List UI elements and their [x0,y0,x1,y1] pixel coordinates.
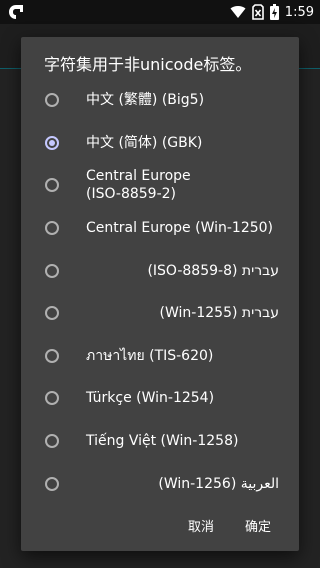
ok-button[interactable]: 确定 [245,516,271,535]
charset-option[interactable]: العربية (Win-1256) [21,462,299,505]
status-bar: 1:59 [0,0,320,24]
radio-unchecked-icon[interactable] [45,306,59,321]
no-sim-icon [251,4,264,20]
radio-unchecked-icon[interactable] [45,263,59,278]
radio-checked-icon[interactable] [45,135,59,150]
charset-option[interactable]: 中文 (繁體) (Big5) [21,79,299,122]
charset-option[interactable]: Central Europe (Win-1250) [21,207,299,250]
dialog-title: 字符集用于非unicode标签。 [44,55,252,74]
app-notification-icon [8,4,24,20]
charset-dialog: 字符集用于非unicode标签。 中文 (繁體) (Big5) 中文 (简体) (… [21,37,299,551]
charset-option-label: Tiếng Việt (Win-1258) [86,433,239,450]
charset-option-label: Türkçe (Win-1254) [86,390,215,407]
charset-option-label: 中文 (简体) (GBK) [86,134,203,151]
radio-unchecked-icon[interactable] [45,178,59,193]
charset-option[interactable]: ภาษาไทย (TIS-620) [21,335,299,378]
charset-option-label: Central Europe (ISO-8859-2) [86,168,191,203]
radio-unchecked-icon[interactable] [45,221,59,236]
charset-option-label: Central Europe (Win-1250) [86,220,274,237]
radio-unchecked-icon[interactable] [45,93,59,108]
dialog-actions: 取消 确定 [21,501,299,551]
charset-option-label: עברית (Win-1255) [159,305,279,322]
charset-option-label: 中文 (繁體) (Big5) [86,92,205,109]
wifi-icon [230,5,246,19]
charset-options-list: 中文 (繁體) (Big5) 中文 (简体) (GBK) Central Europ… [21,79,299,505]
charset-option[interactable]: Central Europe (ISO-8859-2) [21,164,299,207]
radio-unchecked-icon[interactable] [45,348,59,363]
cancel-button[interactable]: 取消 [188,516,214,535]
charset-option[interactable]: עברית (Win-1255) [21,292,299,335]
radio-unchecked-icon[interactable] [45,434,59,449]
charset-option[interactable]: Türkçe (Win-1254) [21,377,299,420]
charset-option-label: ภาษาไทย (TIS-620) [86,347,214,364]
charset-option-label: العربية (Win-1256) [158,475,279,492]
battery-charging-icon [269,4,279,20]
charset-option[interactable]: Tiếng Việt (Win-1258) [21,420,299,463]
radio-unchecked-icon[interactable] [45,476,59,491]
charset-option-label: עברית (ISO-8859-8) [147,262,279,279]
status-time: 1:59 [284,4,314,20]
charset-option[interactable]: עברית (ISO-8859-8) [21,249,299,292]
radio-unchecked-icon[interactable] [45,391,59,406]
charset-option[interactable]: 中文 (简体) (GBK) [21,122,299,165]
